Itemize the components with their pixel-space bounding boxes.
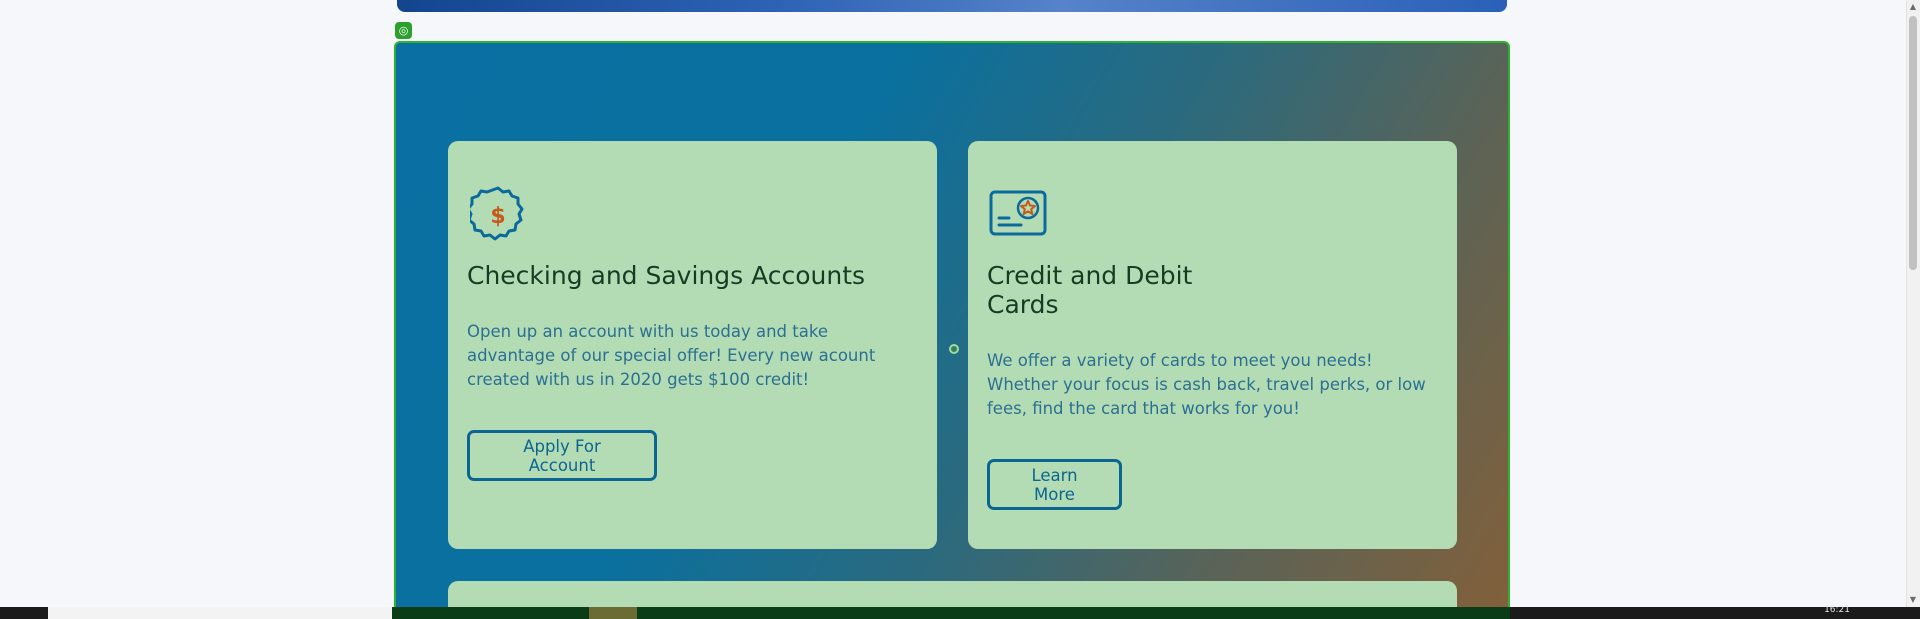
card-description: Open up an account with us today and tak… <box>467 322 876 389</box>
drag-handle[interactable] <box>949 344 959 354</box>
taskbar-active-app[interactable] <box>589 607 637 619</box>
taskbar-apps[interactable] <box>392 607 1510 619</box>
card-description: We offer a variety of cards to meet you … <box>987 351 1426 418</box>
element-inspector-icon[interactable]: ◎ <box>395 22 412 39</box>
scroll-up-icon[interactable]: ▲ <box>1908 2 1918 12</box>
taskbar-clock[interactable]: 16:21 <box>1824 605 1850 615</box>
service-card-credit: Credit and Debit Cards We offer a variet… <box>968 141 1457 549</box>
card-title: Credit and Debit Cards <box>987 261 1193 319</box>
learn-more-button[interactable]: Learn More <box>987 459 1122 510</box>
apply-for-account-button[interactable]: Apply For Account <box>467 430 657 481</box>
credit-card-star-icon <box>989 190 1047 236</box>
svg-text:$: $ <box>490 204 505 229</box>
card-title: Checking and Savings Accounts <box>467 261 866 290</box>
taskbar: 16:21 <box>0 605 1920 619</box>
scroll-down-icon[interactable]: ▼ <box>1908 595 1918 605</box>
hero-banner-bottom <box>397 0 1507 12</box>
service-card-checking: $ Checking and Savings Accounts Open up … <box>448 141 937 549</box>
dollar-badge-icon: $ <box>470 186 524 241</box>
page-scrollbar[interactable]: ▲ ▼ <box>1906 0 1920 607</box>
services-section: $ Checking and Savings Accounts Open up … <box>394 41 1510 619</box>
taskbar-search[interactable] <box>48 607 392 619</box>
scrollbar-thumb[interactable] <box>1909 16 1917 270</box>
